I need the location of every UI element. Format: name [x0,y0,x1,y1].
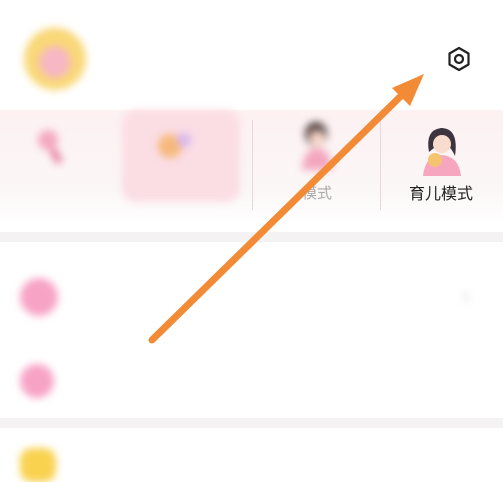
section-divider [0,418,503,428]
avatar[interactable] [24,28,86,90]
pink-circle-icon [20,364,54,398]
mode-divider [380,120,381,210]
mode-1[interactable] [0,110,106,226]
mode-4-label: 育儿模式 [408,184,473,203]
list-item[interactable]: › [0,250,503,340]
settings-button[interactable] [446,46,472,72]
chevron-right-icon: › [462,284,470,308]
mode-3[interactable]: 模式 [262,110,372,226]
list-item[interactable] [0,350,503,410]
mode-4[interactable]: 育儿模式 [386,110,496,226]
mode-divider [252,120,253,210]
pink-circle-icon [20,278,58,316]
yellow-circle-icon [20,448,56,482]
list-item[interactable] [0,436,503,482]
section-divider [0,232,503,242]
parenting-mode-illustration [423,128,461,176]
mode-3-label: 模式 [301,184,332,202]
mode-2[interactable] [118,110,240,226]
settings-hexagon-icon [448,46,470,72]
